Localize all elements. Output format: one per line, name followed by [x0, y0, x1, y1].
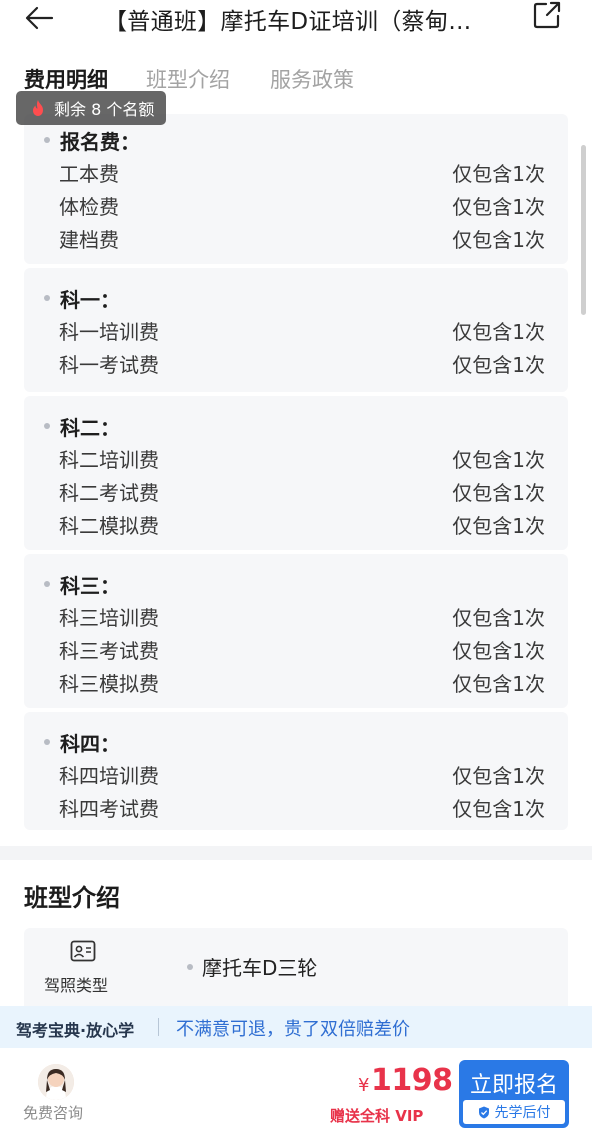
fee-name: 科四考试费: [59, 797, 159, 821]
consultant-avatar[interactable]: [38, 1064, 74, 1100]
bullet-dot: [44, 295, 50, 301]
fee-name: 科二模拟费: [59, 514, 159, 538]
back-button[interactable]: [24, 0, 64, 36]
signup-label: 立即报名: [469, 1073, 558, 1098]
fee-name: 科一考试费: [59, 353, 159, 377]
fee-name: 科二培训费: [59, 448, 159, 472]
license-type-card: 驾照类型 摩托车D三轮: [24, 928, 568, 1018]
section-title: 科二：: [60, 416, 120, 440]
fee-row: 科二培训费 仅包含1次: [59, 444, 545, 474]
fee-value: 仅包含1次: [452, 481, 545, 505]
fee-name: 科一培训费: [59, 320, 159, 344]
scrollbar[interactable]: [581, 145, 586, 315]
fee-row: 体检费 仅包含1次: [59, 191, 545, 221]
section-divider: [0, 846, 592, 860]
license-type-label: 驾照类型: [44, 976, 109, 995]
fee-value: 仅包含1次: [452, 797, 545, 821]
class-intro-title: 班型介绍: [24, 884, 120, 912]
fee-row: 工本费 仅包含1次: [59, 158, 545, 188]
pay-later-label: 先学后付: [494, 1105, 551, 1121]
bullet-dot: [44, 137, 50, 143]
fee-value: 仅包含1次: [452, 764, 545, 788]
promo-brand: 驾考宝典·放心学: [16, 1021, 135, 1040]
pay-later-tag: 先学后付: [463, 1100, 565, 1124]
promo-text: 不满意可退，贵了双倍赔差价: [176, 1019, 410, 1040]
fee-section-subject-four: 科四： 科四培训费 仅包含1次 科四考试费 仅包含1次: [24, 712, 568, 830]
tab-fee-details[interactable]: 费用明细: [24, 64, 108, 94]
fee-row: 科三培训费 仅包含1次: [59, 602, 545, 632]
fee-name: 科三培训费: [59, 606, 159, 630]
fee-section-subject-two: 科二： 科二培训费 仅包含1次 科二考试费 仅包含1次 科二模拟费 仅包含1次: [24, 396, 568, 550]
fee-name: 建档费: [59, 228, 119, 252]
avatar-icon: [38, 1064, 74, 1100]
share-icon: [533, 1, 561, 29]
page-title: 【普通班】摩托车D证培训（蔡甸…: [104, 9, 472, 35]
fee-value: 仅包含1次: [452, 639, 545, 663]
shield-icon: [478, 1106, 489, 1118]
fee-name: 工本费: [59, 162, 119, 186]
tab-service-policy[interactable]: 服务政策: [270, 64, 354, 94]
fee-value: 仅包含1次: [452, 672, 545, 696]
signup-button[interactable]: 立即报名 先学后付: [459, 1060, 569, 1128]
fee-value: 仅包含1次: [452, 514, 545, 538]
bullet-dot: [44, 423, 50, 429]
fee-row: 科三模拟费 仅包含1次: [59, 668, 545, 698]
fee-row: 科一培训费 仅包含1次: [59, 316, 545, 346]
fee-row: 科二考试费 仅包含1次: [59, 477, 545, 507]
fee-section-subject-three: 科三： 科三培训费 仅包含1次 科三考试费 仅包含1次 科三模拟费 仅包含1次: [24, 554, 568, 708]
fee-name: 科四培训费: [59, 764, 159, 788]
fee-name: 科二考试费: [59, 481, 159, 505]
free-consult-button[interactable]: 免费咨询: [23, 1102, 83, 1123]
fee-value: 仅包含1次: [452, 228, 545, 252]
bullet-dot: [187, 964, 193, 970]
fee-name: 科三模拟费: [59, 672, 159, 696]
section-title: 报名费：: [60, 130, 140, 154]
fee-value: 仅包含1次: [452, 320, 545, 344]
section-title: 科四：: [60, 732, 120, 756]
fee-name: 科三考试费: [59, 639, 159, 663]
fee-value: 仅包含1次: [452, 162, 545, 186]
bullet-dot: [44, 739, 50, 745]
share-button[interactable]: [532, 0, 566, 34]
bullet-dot: [44, 581, 50, 587]
price-amount: 1198: [371, 1063, 453, 1098]
tab-class-intro[interactable]: 班型介绍: [146, 64, 230, 94]
section-title: 科一：: [60, 288, 120, 312]
vip-gift-text: 赠送全科 VIP: [330, 1107, 424, 1125]
id-card-icon: [70, 940, 96, 962]
section-title: 科三：: [60, 574, 120, 598]
remaining-slots-badge: 剩余 8 个名额: [16, 91, 167, 125]
fee-section-subject-one: 科一： 科一培训费 仅包含1次 科一考试费 仅包含1次: [24, 268, 568, 392]
divider: [158, 1018, 159, 1036]
fee-value: 仅包含1次: [452, 353, 545, 377]
fee-row: 科一考试费 仅包含1次: [59, 349, 545, 379]
price-currency: ¥: [358, 1075, 370, 1096]
license-type-value: 摩托车D三轮: [202, 956, 318, 980]
guarantee-banner[interactable]: 驾考宝典·放心学 不满意可退，贵了双倍赔差价: [0, 1006, 592, 1048]
fee-row: 科二模拟费 仅包含1次: [59, 510, 545, 540]
fee-row: 建档费 仅包含1次: [59, 224, 545, 254]
fee-row: 科四培训费 仅包含1次: [59, 760, 545, 790]
back-arrow-icon: [25, 6, 54, 30]
bottom-action-bar: 免费咨询 ¥ 1198 赠送全科 VIP 立即报名 先学后付: [0, 1048, 592, 1145]
badge-text: 剩余 8 个名额: [54, 100, 155, 119]
fee-value: 仅包含1次: [452, 448, 545, 472]
fire-icon: [33, 100, 43, 116]
fee-section-registration: 报名费： 工本费 仅包含1次 体检费 仅包含1次 建档费 仅包含1次: [24, 114, 568, 264]
fee-row: 科三考试费 仅包含1次: [59, 635, 545, 665]
fee-value: 仅包含1次: [452, 195, 545, 219]
top-bar: 【普通班】摩托车D证培训（蔡甸…: [0, 0, 592, 46]
fee-value: 仅包含1次: [452, 606, 545, 630]
fee-row: 科四考试费 仅包含1次: [59, 793, 545, 823]
fee-name: 体检费: [59, 195, 119, 219]
